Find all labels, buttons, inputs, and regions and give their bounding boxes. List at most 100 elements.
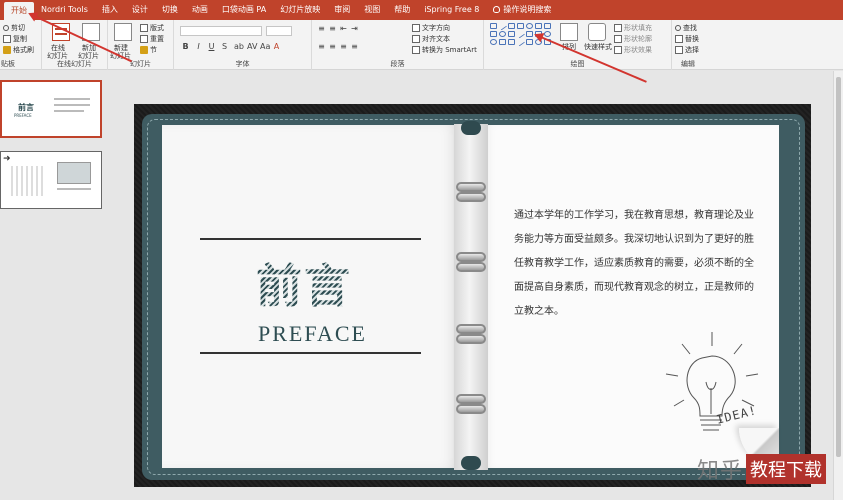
section-icon [140,46,148,54]
italic-button[interactable]: I [195,42,202,51]
tab-animations[interactable]: 动画 [185,0,215,20]
section-button[interactable]: 节 [140,45,157,55]
clipboard-group-label: 贴板 [1,60,15,68]
outdent-icon[interactable]: ⇥ [351,24,358,33]
ribbon: 剪切 复制 格式刷 贴板 在线 幻灯片 新加 幻灯片 在线幻灯片 新建 幻灯片 … [0,20,843,70]
shape-fill-button[interactable]: 形状填充 [614,23,652,33]
text-direction-button[interactable]: 文字方向 [412,23,450,33]
tab-help[interactable]: 帮助 [387,0,417,20]
font-group-label: 字体 [235,60,250,68]
slide-thumbnail-2[interactable]: ➜ [0,151,102,209]
text-direction-label: 文字方向 [422,24,450,32]
font-group: B I U S ab AV Aa A 字体 [174,20,312,70]
slide-body-text[interactable]: 通过本学年的工作学习，我在教育思想，教育理论及业务能力等方面受益颇多。我深切地认… [514,204,762,324]
shape-effects-label: 形状效果 [624,46,652,54]
drawing-group: 排列 快速样式 形状填充 形状轮廓 形状效果 绘图 [484,20,672,70]
thumb2-arrow-icon: ➜ [3,154,11,164]
format-painter-label: 格式刷 [13,46,34,54]
tab-slideshow[interactable]: 幻灯片放映 [273,0,327,20]
tab-view[interactable]: 视图 [357,0,387,20]
align-buttons: ≡ ≡ ≡ ≡ [318,42,358,51]
shape-effects-button[interactable]: 形状效果 [614,45,652,55]
indent-icon[interactable]: ⇤ [340,24,347,33]
strikethrough-button[interactable]: S [221,42,228,51]
reset-label: 重置 [150,35,164,43]
binder-ring [456,262,486,272]
bullets-icon[interactable]: ≡ [318,24,325,33]
cut-button[interactable]: 剪切 [3,23,25,33]
scrollbar-thumb[interactable] [836,77,841,457]
thumb2-sketch [11,166,45,196]
justify-icon[interactable]: ≡ [351,42,358,51]
tab-insert[interactable]: 插入 [95,0,125,20]
select-label: 选择 [685,46,699,54]
slide-1[interactable]: 前言 PREFACE 通过本学年的工作学习，我在教育思想，教育理论及业务能力等方… [134,104,811,487]
binder-ring [456,182,486,192]
slide-thumbnail-1[interactable]: 前言 PREFACE [0,80,102,138]
paint-bucket-icon [614,24,622,32]
thumb1-text-line [54,110,84,112]
binder-ring [456,404,486,414]
quick-styles-icon [588,23,606,41]
tell-me-search[interactable]: 操作说明搜索 [486,0,558,20]
font-name-dropdown[interactable] [180,26,262,36]
shape-outline-button[interactable]: 形状轮廓 [614,34,652,44]
numbering-icon[interactable]: ≡ [329,24,336,33]
align-center-icon[interactable]: ≡ [329,42,336,51]
vertical-scrollbar[interactable] [833,71,843,500]
font-format-row: B I U S ab AV Aa A [182,42,280,51]
binder-ring [456,192,486,202]
font-color-button[interactable]: A [273,42,280,51]
binder-ring [456,252,486,262]
slides-group: 新建 幻灯片 版式 重置 节 幻灯片 [108,20,174,70]
pen-icon [614,35,622,43]
char-spacing-button[interactable]: AV [247,42,257,51]
align-left-icon[interactable]: ≡ [318,42,325,51]
tab-design[interactable]: 设计 [125,0,155,20]
tab-pocket-animation[interactable]: 口袋动画 PA [215,0,273,20]
binder-ring [456,324,486,334]
quick-styles-button[interactable]: 快速样式 [584,42,612,52]
shadow-button[interactable]: ab [234,42,244,51]
replace-icon [675,35,683,43]
select-button[interactable]: 选择 [675,45,699,55]
cursor-icon [675,46,683,54]
spine-bottom-cap [461,456,481,470]
replace-label: 替换 [685,35,699,43]
change-case-button[interactable]: Aa [260,42,270,51]
tab-review[interactable]: 审阅 [327,0,357,20]
format-painter-button[interactable]: 格式刷 [3,45,34,55]
tab-ispring[interactable]: iSpring Free 8 [417,0,486,20]
binder-ring [456,394,486,404]
slide-title-en[interactable]: PREFACE [258,321,367,347]
section-label: 节 [150,46,157,54]
underline-button[interactable]: U [208,42,215,51]
shape-fill-label: 形状填充 [624,24,652,32]
align-text-icon [412,35,420,43]
smartart-button[interactable]: 转换为 SmartArt [412,45,477,55]
spine-top-cap [461,121,481,135]
list-buttons: ≡ ≡ ⇤ ⇥ [318,24,358,33]
tab-nordri-tools[interactable]: Nordri Tools [34,0,95,20]
copy-button[interactable]: 复制 [3,34,27,44]
editing-group-label: 编辑 [681,60,695,68]
paintbrush-icon [3,46,11,54]
tab-transitions[interactable]: 切换 [155,0,185,20]
reset-button[interactable]: 重置 [140,34,164,44]
new-slide-icon [114,23,132,41]
slide-thumbnails-pane: 前言 PREFACE ➜ [0,71,110,500]
align-right-icon[interactable]: ≡ [340,42,347,51]
replace-button[interactable]: 替换 [675,34,699,44]
thumb2-photo [57,162,91,184]
bold-button[interactable]: B [182,42,189,51]
find-button[interactable]: 查找 [675,23,697,33]
thumb2-text-line [57,188,91,190]
align-text-button[interactable]: 对齐文本 [412,34,450,44]
slide-title-zh[interactable]: 前言 [256,250,352,316]
font-size-dropdown[interactable] [266,26,292,36]
watermark-left-text: 知乎 [697,459,744,484]
layout-button[interactable]: 版式 [140,23,164,33]
search-icon [675,25,681,31]
watermark-right-text: 教程下载 [746,454,827,484]
arrange-icon [560,23,578,41]
